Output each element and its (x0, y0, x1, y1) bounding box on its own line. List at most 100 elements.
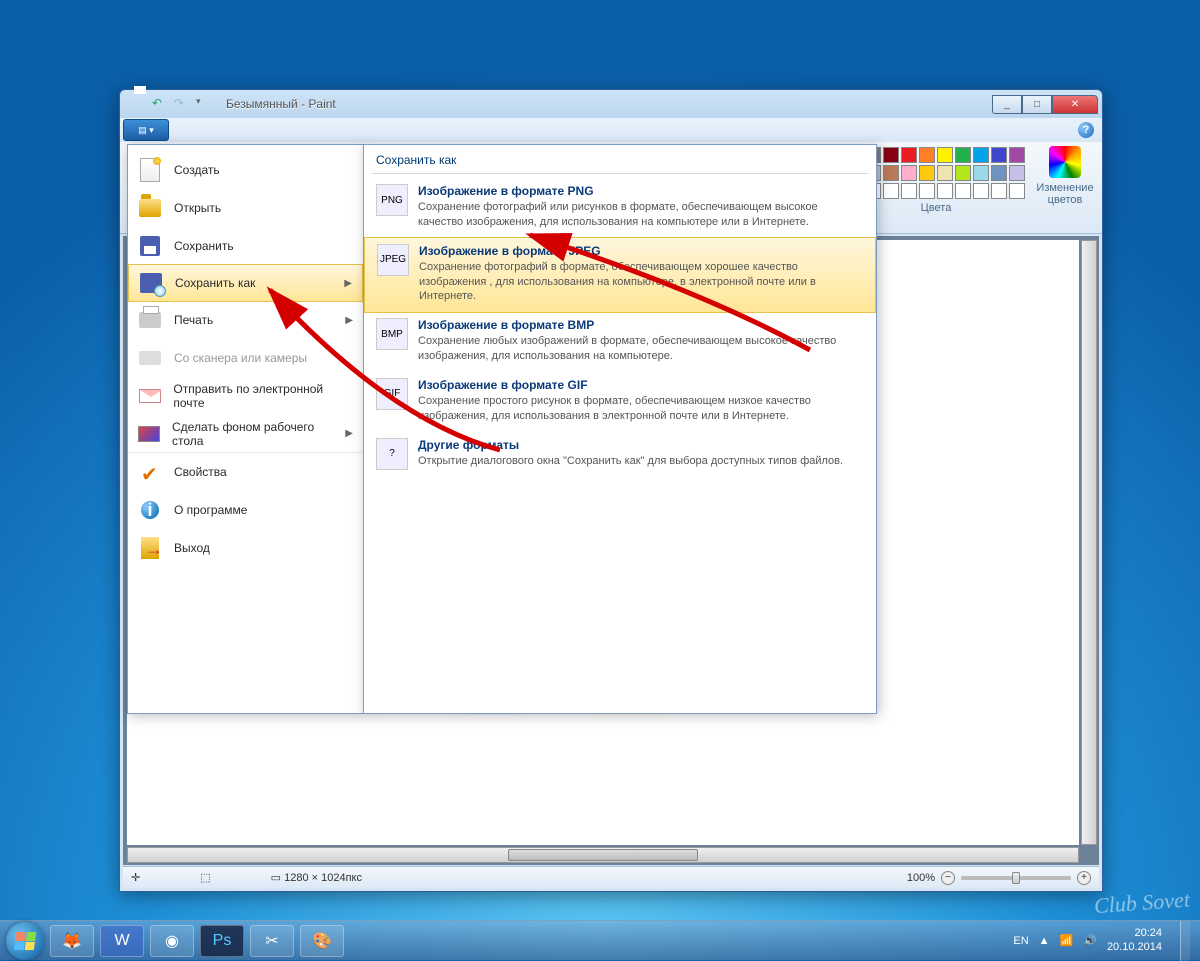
file-tab[interactable]: ▤ ▾ (123, 119, 169, 141)
color-swatch[interactable] (955, 165, 971, 181)
taskbar: 🦊 W ◉ Ps ✂ 🎨 EN ▲ 📶 🔊 20:24 20.10.2014 (0, 920, 1200, 960)
color-swatch[interactable] (901, 147, 917, 163)
zoom-in-button[interactable]: + (1077, 871, 1091, 885)
color-swatch[interactable] (919, 147, 935, 163)
color-swatch[interactable] (919, 165, 935, 181)
submenu-title: Сохранить как (364, 145, 876, 173)
file-menu-scan: Со сканера или камеры (128, 339, 363, 377)
start-button[interactable] (6, 922, 44, 960)
windows-logo-icon (14, 932, 37, 950)
taskbar-snipping[interactable]: ✂ (250, 925, 294, 957)
color-swatch[interactable] (1009, 147, 1025, 163)
tray-flag-icon[interactable]: ▲ (1039, 935, 1050, 947)
close-button[interactable]: ✕ (1052, 95, 1098, 114)
undo-icon[interactable]: ↶ (152, 96, 168, 112)
scrollbar-thumb[interactable] (508, 849, 698, 861)
help-icon[interactable]: ? (1078, 122, 1094, 138)
color-swatch[interactable] (883, 147, 899, 163)
saveas-png[interactable]: PNGИзображение в формате PNGСохранение ф… (364, 178, 876, 238)
color-swatch[interactable] (973, 183, 989, 199)
edit-colors-button[interactable]: Изменение цветов (1036, 146, 1094, 206)
taskbar-photoshop[interactable]: Ps (200, 925, 244, 957)
color-swatch[interactable] (883, 165, 899, 181)
titlebar[interactable]: ↶ ↷ ▾ Безымянный - Paint _ □ ✕ (120, 90, 1102, 118)
file-menu-save[interactable]: Сохранить (128, 227, 363, 265)
tray-volume-icon[interactable]: 🔊 (1083, 934, 1097, 947)
saveas-jpeg[interactable]: JPEGИзображение в формате JPEGСохранение… (364, 237, 876, 314)
taskbar-chrome[interactable]: ◉ (150, 925, 194, 957)
file-menu-props[interactable]: Свойства (128, 453, 363, 491)
props-icon (138, 460, 162, 484)
file-menu-new[interactable]: Создать (128, 151, 363, 189)
taskbar-word[interactable]: W (100, 925, 144, 957)
colors-group: Цвета Изменение цветов (846, 146, 1094, 214)
color-swatch[interactable] (919, 183, 935, 199)
zoom-slider[interactable] (961, 876, 1071, 880)
color-swatch[interactable] (955, 183, 971, 199)
vertical-scrollbar[interactable] (1081, 240, 1097, 845)
color-swatch[interactable] (937, 165, 953, 181)
format-icon: BMP (376, 318, 408, 350)
save-as-submenu: Сохранить как PNGИзображение в формате P… (363, 144, 877, 714)
file-menu-mail[interactable]: Отправить по электронной почте (128, 377, 363, 415)
format-description: Сохранение фотографий или рисунков в фор… (418, 200, 864, 230)
color-swatch[interactable] (991, 165, 1007, 181)
save-icon (138, 234, 162, 258)
minimize-button[interactable]: _ (992, 95, 1022, 114)
taskbar-paint[interactable]: 🎨 (300, 925, 344, 957)
format-icon: PNG (376, 184, 408, 216)
submenu-arrow-icon: ▶ (345, 428, 353, 439)
color-swatch[interactable] (937, 183, 953, 199)
saveas-bmp[interactable]: BMP Изображение в формате BMP Сохранение л… (364, 312, 876, 372)
saveas-gif[interactable]: GIFИзображение в формате GIFСохранение п… (364, 372, 876, 432)
format-description: Сохранение любых изображений в формате, … (418, 334, 864, 364)
file-menu: СоздатьОткрытьСохранитьСохранить как▶Печ… (127, 144, 364, 714)
format-icon: GIF (376, 378, 408, 410)
zoom-out-button[interactable]: − (941, 871, 955, 885)
zoom-control: 100% − + (907, 871, 1091, 885)
color-swatch[interactable] (973, 147, 989, 163)
system-tray: EN ▲ 📶 🔊 20:24 20.10.2014 (1013, 921, 1194, 961)
maximize-button[interactable]: □ (1022, 95, 1052, 114)
qat-dropdown-icon[interactable]: ▾ (196, 96, 212, 112)
zoom-label: 100% (907, 872, 935, 884)
color-swatch[interactable] (1009, 183, 1025, 199)
watermark: Club Sovet (1093, 887, 1191, 920)
statusbar: ✛ ⬚ ▭ 1280 × 1024пкс 100% − + (123, 866, 1099, 888)
file-menu-print[interactable]: Печать▶ (128, 301, 363, 339)
ribbon-tabstrip: ▤ ▾ ? (120, 118, 1102, 142)
menu-item-label: Печать (174, 313, 213, 327)
save-icon[interactable] (130, 96, 146, 112)
file-menu-saveas[interactable]: Сохранить как▶ (128, 264, 363, 302)
color-swatch[interactable] (991, 147, 1007, 163)
color-swatch[interactable] (1009, 165, 1025, 181)
redo-icon[interactable]: ↷ (174, 96, 190, 112)
window-controls: _ □ ✕ (992, 95, 1098, 114)
paint-window: ↶ ↷ ▾ Безымянный - Paint _ □ ✕ ▤ ▾ ? Цве… (119, 89, 1103, 892)
selection-icon: ⬚ (200, 871, 210, 884)
tray-lang[interactable]: EN (1013, 935, 1028, 947)
color-swatch[interactable] (973, 165, 989, 181)
file-menu-desktop[interactable]: Сделать фоном рабочего стола▶ (128, 415, 363, 453)
format-title: Изображение в формате BMP (418, 318, 864, 332)
menu-item-label: Сохранить (174, 239, 234, 253)
format-title: Другие форматы (418, 438, 864, 452)
color-swatch[interactable] (955, 147, 971, 163)
quick-access-toolbar: ↶ ↷ ▾ (124, 96, 212, 112)
file-menu-open[interactable]: Открыть (128, 189, 363, 227)
print-icon (138, 308, 162, 332)
color-swatch[interactable] (937, 147, 953, 163)
color-swatch[interactable] (901, 183, 917, 199)
saveas-?[interactable]: ?Другие форматыОткрытие диалогового окна… (364, 432, 876, 478)
tray-clock[interactable]: 20:24 20.10.2014 (1107, 927, 1162, 953)
file-menu-exit[interactable]: Выход (128, 529, 363, 567)
color-swatch[interactable] (883, 183, 899, 199)
mail-icon (138, 384, 161, 408)
tray-network-icon[interactable]: 📶 (1060, 934, 1074, 947)
file-menu-about[interactable]: iО программе (128, 491, 363, 529)
show-desktop-button[interactable] (1180, 921, 1190, 961)
taskbar-firefox[interactable]: 🦊 (50, 925, 94, 957)
color-swatch[interactable] (991, 183, 1007, 199)
horizontal-scrollbar[interactable] (127, 847, 1079, 863)
color-swatch[interactable] (901, 165, 917, 181)
